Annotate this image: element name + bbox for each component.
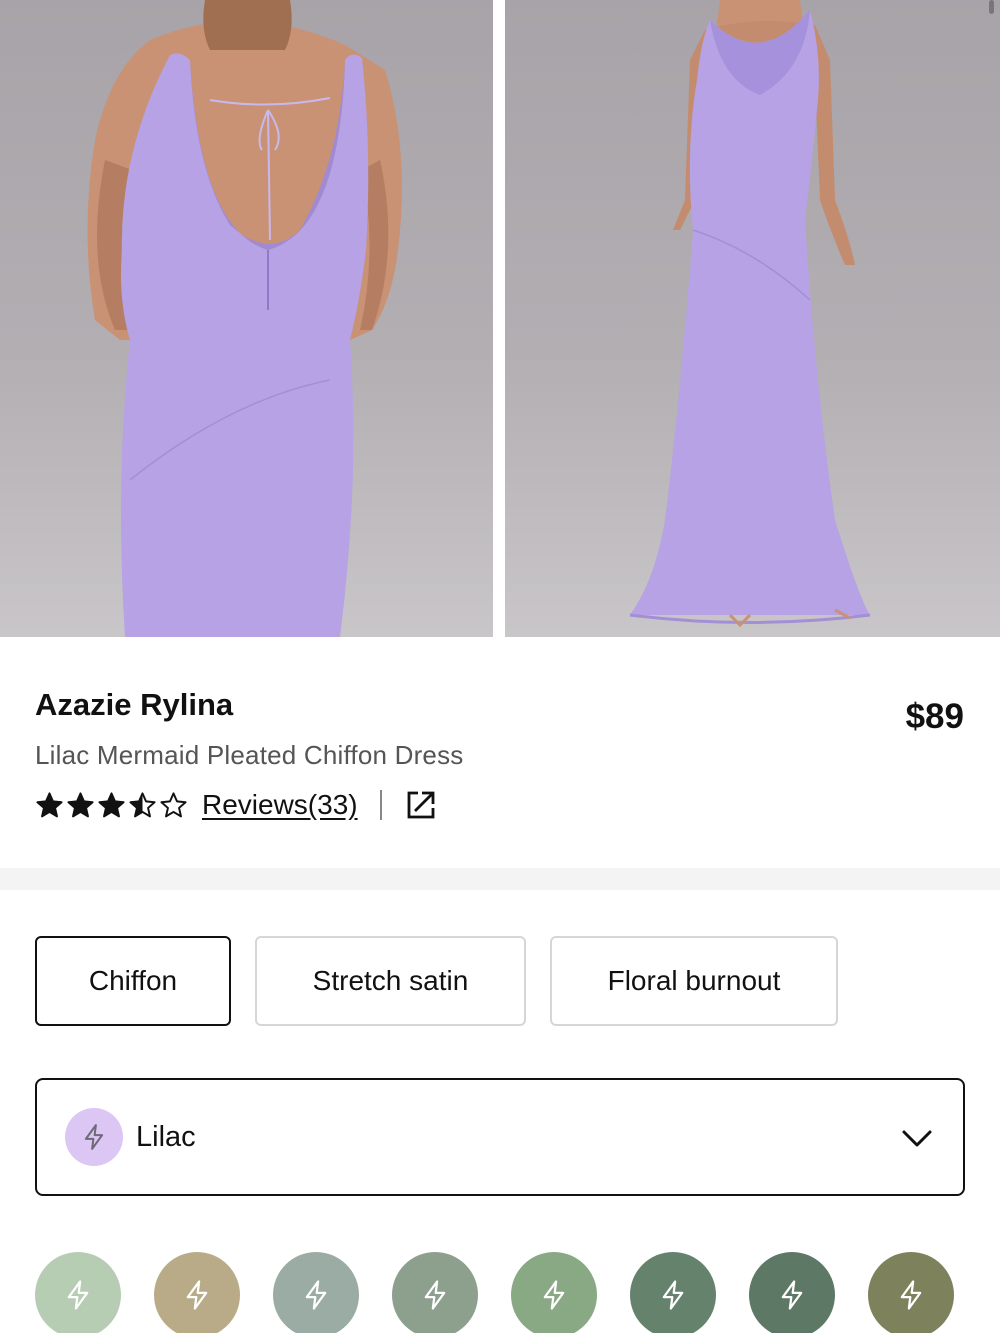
color-swatch[interactable] [273, 1252, 359, 1333]
color-swatches [0, 1252, 1000, 1333]
star-filled-icon [98, 791, 125, 817]
lightning-icon [186, 1280, 208, 1310]
selected-color-swatch [65, 1108, 123, 1166]
lightning-icon [543, 1280, 565, 1310]
back-view-photo[interactable] [0, 0, 493, 637]
lightning-icon [424, 1280, 446, 1310]
star-empty-icon [160, 791, 187, 817]
star-filled-icon [36, 791, 63, 817]
selected-color-label: Lilac [136, 1120, 196, 1153]
product-brand-title: Azazie Rylina [35, 687, 234, 722]
color-swatch[interactable] [154, 1252, 240, 1333]
color-swatch[interactable] [749, 1252, 835, 1333]
fabric-options: Chiffon Stretch satin Floral burnout [0, 936, 1000, 1026]
star-half-icon [129, 791, 156, 817]
share-external-icon[interactable] [404, 788, 438, 822]
rating-row: Reviews(33) [35, 787, 438, 823]
rating-stars[interactable] [35, 791, 190, 820]
divider [379, 790, 382, 820]
section-divider [0, 868, 1000, 890]
color-swatch[interactable] [392, 1252, 478, 1333]
product-subtitle: Lilac Mermaid Pleated Chiffon Dress [35, 740, 464, 770]
star-filled-icon [67, 791, 94, 817]
color-swatch[interactable] [35, 1252, 121, 1333]
product-gallery [0, 0, 1000, 637]
product-info: Azazie Rylina $89 Lilac Mermaid Pleated … [0, 637, 1000, 868]
product-price: $89 [905, 697, 964, 736]
dress-back-illustration [87, 0, 402, 637]
fabric-option-floral-burnout[interactable]: Floral burnout [550, 936, 838, 1026]
lightning-icon [305, 1280, 327, 1310]
lightning-icon [67, 1280, 89, 1310]
fabric-option-chiffon[interactable]: Chiffon [35, 936, 231, 1026]
fabric-option-stretch-satin[interactable]: Stretch satin [255, 936, 526, 1026]
dress-front-illustration [629, 0, 871, 628]
reviews-link[interactable]: Reviews(33) [202, 789, 358, 821]
lightning-icon [84, 1124, 104, 1150]
lightning-icon [662, 1280, 684, 1310]
lightning-icon [900, 1280, 922, 1310]
color-swatch[interactable] [868, 1252, 954, 1333]
color-swatch[interactable] [511, 1252, 597, 1333]
chevron-down-icon[interactable] [899, 1120, 935, 1156]
color-swatch[interactable] [630, 1252, 716, 1333]
gallery-scroll-indicator[interactable] [989, 0, 994, 14]
color-dropdown[interactable]: Lilac [35, 1078, 965, 1196]
lightning-icon [781, 1280, 803, 1310]
front-view-photo[interactable] [505, 0, 1000, 637]
